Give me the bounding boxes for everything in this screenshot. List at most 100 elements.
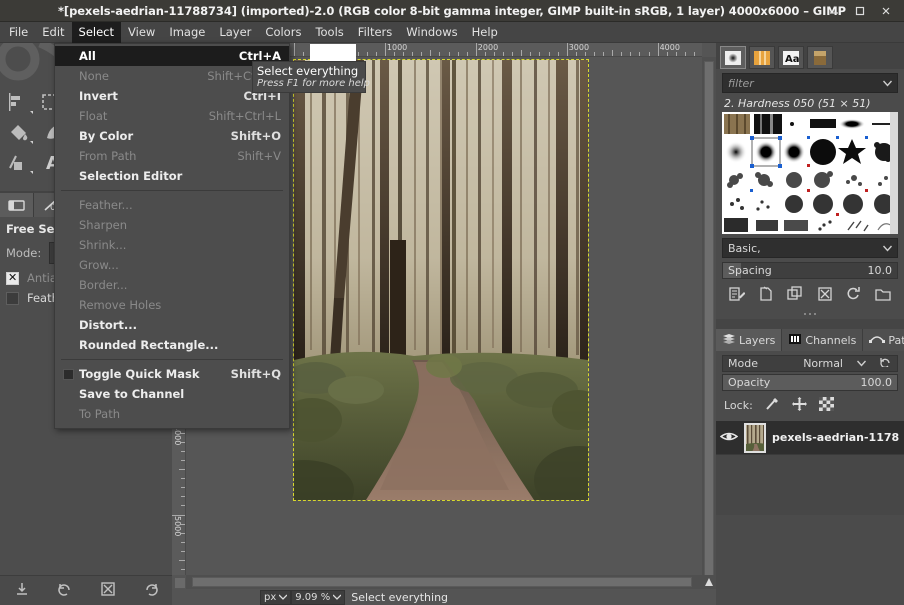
refresh-brushes-icon[interactable] — [846, 286, 862, 305]
close-button[interactable] — [880, 5, 892, 17]
menu-item-label: Border... — [79, 278, 128, 292]
menu-view[interactable]: View — [121, 22, 162, 43]
layer-opacity-slider[interactable]: Opacity 100.0 — [722, 374, 898, 391]
ruler-tick — [181, 523, 185, 525]
unit-selector[interactable]: px — [260, 589, 292, 605]
tab-label: Channels — [805, 333, 857, 347]
tab-patterns[interactable] — [749, 46, 775, 69]
ruler-tick — [539, 52, 541, 56]
delete-options-icon[interactable] — [100, 581, 116, 600]
tool-options-actions — [0, 575, 172, 605]
horizontal-scroll-thumb[interactable] — [192, 577, 692, 587]
tab-fonts[interactable]: Aa — [778, 46, 804, 69]
delete-brush-icon[interactable] — [817, 286, 833, 305]
edit-brush-icon[interactable] — [729, 286, 746, 305]
menu-item-feather: Feather... — [55, 195, 289, 215]
zoom-value: 9.09 % — [295, 591, 331, 603]
menu-image[interactable]: Image — [162, 22, 212, 43]
ruler-tick — [675, 52, 677, 56]
menu-select[interactable]: Select — [71, 21, 122, 43]
menu-filters[interactable]: Filters — [351, 22, 399, 43]
menu-item-selection-editor[interactable]: Selection Editor — [55, 166, 289, 186]
chevron-down-icon — [279, 594, 288, 600]
layer-mode-reset-icon[interactable] — [880, 357, 892, 370]
feather-edges-checkbox[interactable] — [6, 291, 19, 305]
menu-item-toggle-quick-mask[interactable]: Toggle Quick Mask Shift+Q — [55, 364, 289, 384]
reset-options-icon[interactable] — [143, 581, 159, 600]
ruler-tick — [612, 50, 614, 56]
tab-paths[interactable]: Paths — [863, 329, 904, 351]
zoom-selector[interactable]: 9.09 % — [291, 589, 346, 605]
lock-pixels-icon[interactable] — [765, 397, 780, 414]
ruler-tick — [179, 559, 185, 561]
ruler-tick-label: 4000 — [659, 43, 680, 52]
ruler-tick — [412, 52, 414, 56]
tab-layers[interactable]: Layers — [716, 329, 783, 351]
ruler-tick — [466, 52, 468, 56]
minimize-button[interactable] — [828, 5, 840, 17]
chevron-down-icon — [883, 80, 892, 87]
menu-item-distort[interactable]: Distort... — [55, 315, 289, 335]
tool-measure[interactable] — [2, 147, 36, 177]
layer-row[interactable]: pexels-aedrian-1178 — [716, 421, 904, 455]
menu-bar: File Edit Select View Image Layer Colors Tools F… — [0, 21, 904, 43]
menu-item-sharpen: Sharpen — [55, 215, 289, 235]
lock-position-icon[interactable] — [791, 397, 807, 414]
new-brush-icon[interactable] — [758, 285, 774, 305]
menu-help[interactable]: Help — [465, 22, 505, 43]
menu-item-checkbox[interactable] — [63, 368, 74, 380]
menu-item-save-to-channel[interactable]: Save to Channel — [55, 384, 289, 404]
lock-alpha-icon[interactable] — [818, 397, 834, 414]
ruler-tick — [181, 459, 185, 461]
menu-item-rounded-rectangle[interactable]: Rounded Rectangle... — [55, 335, 289, 355]
layer-visibility-icon[interactable] — [719, 430, 739, 446]
menu-tools[interactable]: Tools — [308, 22, 350, 43]
dock-separator-handle[interactable] — [716, 309, 904, 319]
navigation-preview-button[interactable] — [702, 575, 716, 589]
layers-icon — [722, 333, 736, 348]
ruler-tick — [493, 52, 495, 56]
open-brush-folder-icon[interactable] — [875, 286, 891, 305]
canvas-vertical-scrollbar[interactable] — [702, 57, 716, 591]
vertical-scroll-thumb[interactable] — [704, 61, 714, 591]
menu-edit[interactable]: Edit — [35, 22, 71, 43]
duplicate-brush-icon[interactable] — [787, 285, 803, 305]
canvas-horizontal-scrollbar[interactable] — [186, 575, 702, 589]
menu-layer[interactable]: Layer — [212, 22, 258, 43]
tool-bucket-fill[interactable] — [2, 117, 36, 147]
channels-icon — [788, 333, 802, 348]
opacity-label: Opacity — [728, 376, 771, 389]
ruler-tick — [181, 532, 185, 534]
save-options-icon[interactable] — [14, 581, 30, 600]
unit-value: px — [264, 591, 277, 603]
tool-mode-label: Mode: — [6, 246, 42, 260]
canvas-status-bar: px 9.09 % Select everything — [172, 589, 716, 605]
ruler-tick — [393, 52, 395, 56]
maximize-button[interactable] — [854, 5, 866, 17]
ruler-tick — [421, 52, 423, 56]
tab-channels[interactable]: Channels — [782, 329, 864, 351]
brush-grid-scrollbar[interactable] — [890, 112, 898, 234]
menu-colors[interactable]: Colors — [258, 22, 308, 43]
brushes-panel: Aa filter 2. Hardness 050 (51 × 51) Basi… — [716, 43, 904, 319]
layer-list[interactable]: pexels-aedrian-1178 — [716, 421, 904, 515]
menu-windows[interactable]: Windows — [399, 22, 464, 43]
brush-filter-input[interactable]: filter — [722, 73, 898, 93]
antialias-checkbox[interactable] — [6, 271, 19, 285]
tool-align[interactable] — [2, 87, 36, 117]
quick-mask-toggle[interactable] — [174, 577, 186, 589]
spacing-slider[interactable]: Spacing 10.0 — [722, 262, 898, 279]
image-canvas[interactable] — [293, 59, 589, 501]
brush-filter-placeholder: filter — [728, 76, 754, 90]
svg-text:Aa: Aa — [785, 54, 800, 65]
tab-document-history[interactable] — [807, 46, 833, 69]
brush-grid[interactable] — [722, 112, 898, 234]
tab-tool-options[interactable] — [0, 193, 34, 217]
restore-options-icon[interactable] — [57, 581, 73, 600]
menu-file[interactable]: File — [2, 22, 35, 43]
layer-mode-row[interactable]: Mode Normal — [722, 355, 898, 372]
menu-item-by-color[interactable]: By Color Shift+O — [55, 126, 289, 146]
brush-tag-combo[interactable]: Basic, — [722, 238, 898, 258]
ruler-tick — [181, 450, 185, 452]
tab-brushes[interactable] — [720, 46, 746, 69]
